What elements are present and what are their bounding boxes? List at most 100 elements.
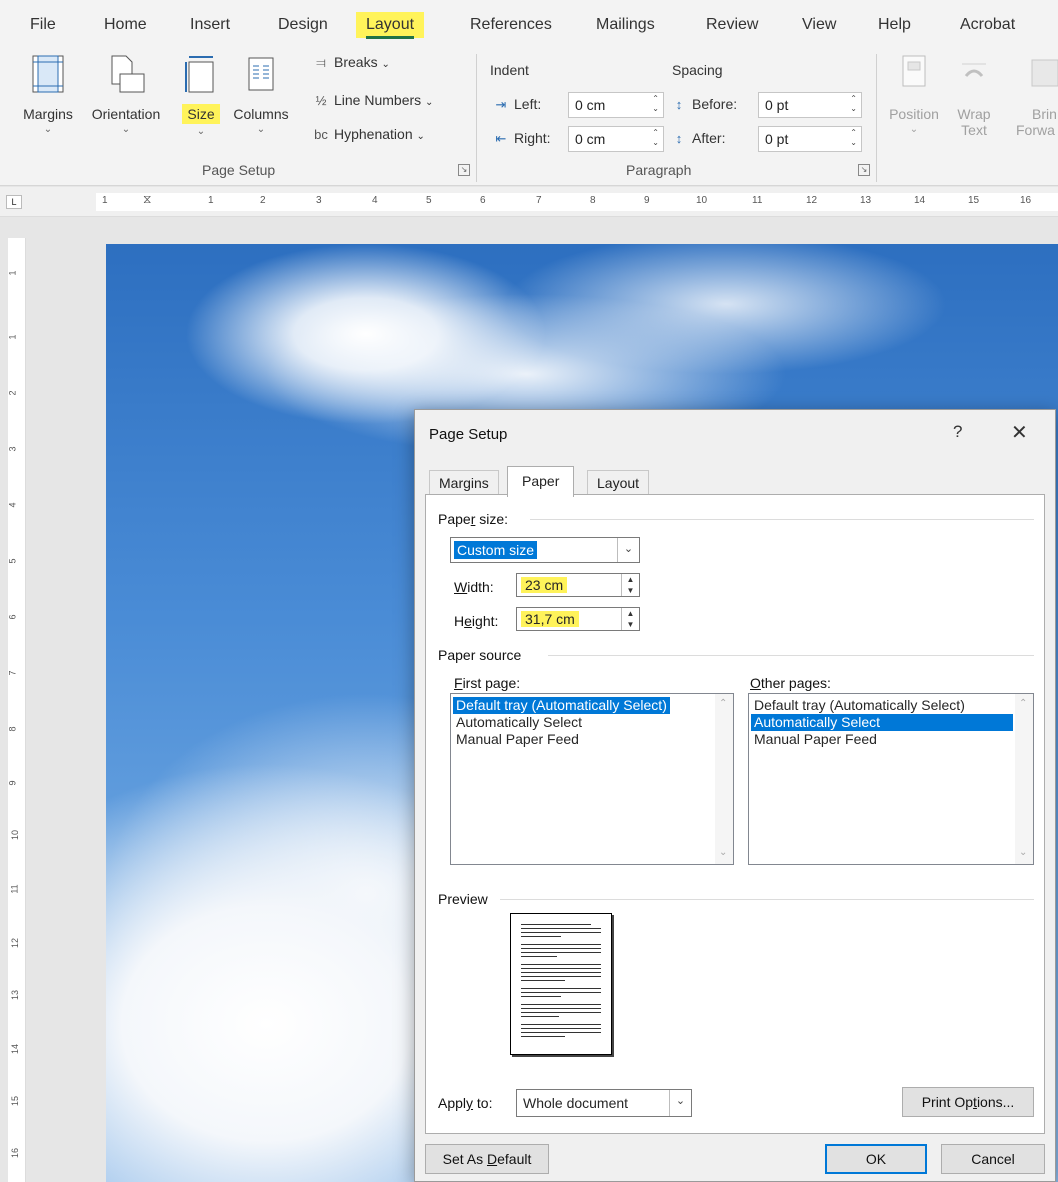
- spinner-icon[interactable]: ⌃ ⌄: [850, 94, 857, 114]
- paragraph-launcher-icon[interactable]: ↘: [858, 164, 870, 176]
- scroll-down-icon[interactable]: ⌄: [719, 847, 727, 858]
- hyphenation-button[interactable]: bc Hyphenation ⌄: [312, 126, 425, 142]
- preview-line: [521, 944, 601, 945]
- dialog-title: Page Setup: [429, 426, 508, 443]
- set-as-default-button[interactable]: Set As Default: [425, 1144, 549, 1174]
- ruler-tick: 13: [860, 195, 872, 206]
- first-page-list[interactable]: Default tray (Automatically Select) Auto…: [450, 693, 734, 865]
- bring-forward-icon: [1031, 59, 1058, 87]
- tab-margins[interactable]: Margins: [429, 470, 499, 496]
- tab-insert[interactable]: Insert: [186, 14, 234, 36]
- scroll-up-icon[interactable]: ⌃: [719, 698, 727, 709]
- spinner-icon[interactable]: ⌃ ⌄: [652, 128, 659, 148]
- line-numbers-button[interactable]: ½ Line Numbers ⌄: [312, 92, 434, 108]
- columns-icon: [248, 57, 274, 91]
- list-item[interactable]: Default tray (Automatically Select): [751, 697, 968, 714]
- spinner-icon[interactable]: ⌃ ⌄: [652, 94, 659, 114]
- width-input[interactable]: 23 cm ▲ ▼: [516, 573, 640, 597]
- spinner-icon[interactable]: ▲ ▼: [621, 608, 639, 630]
- scrollbar[interactable]: ⌃ ⌄: [1015, 694, 1033, 864]
- indent-marker-icon[interactable]: ⧖: [143, 192, 151, 207]
- ribbon: Margins ⌄ Orientation ⌄ Size ⌄ Columns ⌄…: [0, 46, 1058, 186]
- paper-size-select[interactable]: Custom size ⌄: [450, 537, 640, 563]
- help-icon[interactable]: ?: [953, 422, 962, 442]
- preview-line: [521, 1024, 601, 1025]
- list-item[interactable]: Automatically Select: [751, 714, 1013, 731]
- paragraph-group-label: Paragraph: [626, 162, 692, 178]
- ruler-tick: 4: [372, 195, 378, 206]
- ruler-tick: 1: [208, 195, 214, 206]
- print-options-button[interactable]: Print Options...: [902, 1087, 1034, 1117]
- columns-button[interactable]: Columns ⌄: [230, 54, 292, 135]
- tab-view[interactable]: View: [798, 14, 840, 36]
- list-item[interactable]: Manual Paper Feed: [751, 731, 880, 748]
- spacing-before-icon: ↕: [675, 97, 683, 112]
- list-item[interactable]: Automatically Select: [453, 714, 585, 731]
- scrollbar[interactable]: ⌃ ⌄: [715, 694, 733, 864]
- scroll-down-icon[interactable]: ⌄: [1019, 847, 1027, 858]
- preview-line: [521, 964, 601, 965]
- section-divider: [530, 519, 1034, 520]
- ruler-tick: 2: [7, 390, 18, 396]
- line-numbers-icon: ½: [315, 93, 327, 108]
- preview-line: [521, 1016, 559, 1017]
- cancel-button[interactable]: Cancel: [941, 1144, 1045, 1174]
- ruler-tick: 13: [10, 989, 21, 1001]
- tab-layout[interactable]: Layout: [356, 12, 425, 39]
- ruler-tick: 11: [752, 195, 763, 206]
- indent-right-label: ⇤ Right:: [492, 130, 551, 147]
- breaks-button[interactable]: ⫤ Breaks ⌄: [312, 54, 390, 71]
- wrap-text-button[interactable]: Wrap Text: [950, 54, 998, 138]
- tab-design[interactable]: Design: [274, 14, 332, 36]
- spacing-before-input[interactable]: 0 pt ⌃ ⌄: [758, 92, 862, 118]
- paper-size-value: Custom size: [454, 541, 538, 559]
- page-setup-launcher-icon[interactable]: ↘: [458, 164, 470, 176]
- chevron-down-icon[interactable]: ⌄: [669, 1090, 691, 1116]
- orientation-button[interactable]: Orientation ⌄: [84, 54, 168, 135]
- close-icon[interactable]: ✕: [1011, 420, 1028, 445]
- list-item[interactable]: Default tray (Automatically Select): [453, 697, 670, 714]
- tab-selector-icon[interactable]: L: [6, 195, 22, 209]
- tab-mailings[interactable]: Mailings: [592, 14, 659, 36]
- tab-references[interactable]: References: [466, 14, 556, 36]
- preview-line: [521, 932, 601, 933]
- tab-layout-dialog[interactable]: Layout: [587, 470, 650, 496]
- apply-to-select[interactable]: Whole document ⌄: [516, 1089, 692, 1117]
- preview-line: [521, 968, 601, 969]
- tab-file[interactable]: File: [26, 14, 60, 36]
- indent-right-input[interactable]: 0 cm ⌃ ⌄: [568, 126, 664, 152]
- spinner-icon[interactable]: ⌃ ⌄: [850, 128, 857, 148]
- position-button[interactable]: Position ⌄: [884, 54, 944, 135]
- horizontal-ruler[interactable]: L 1 ⧖ 1 2 3 4 5 6 7 8 9 10 11 12 13 14 1…: [0, 187, 1058, 217]
- breaks-icon: ⫤: [316, 55, 326, 70]
- tab-help[interactable]: Help: [874, 14, 915, 36]
- ruler-tick: 1: [7, 270, 18, 276]
- vertical-ruler[interactable]: 1 1 2 3 4 5 6 7 8 9 10 11 12 13 14 15 16: [8, 238, 26, 1182]
- other-pages-list[interactable]: Default tray (Automatically Select) Auto…: [748, 693, 1034, 865]
- ruler-tick: 11: [9, 884, 20, 894]
- tab-paper[interactable]: Paper: [507, 466, 575, 497]
- spacing-after-input[interactable]: 0 pt ⌃ ⌄: [758, 126, 862, 152]
- scroll-up-icon[interactable]: ⌃: [1019, 698, 1027, 709]
- list-item[interactable]: Manual Paper Feed: [453, 731, 582, 748]
- indent-right-icon: ⇤: [495, 131, 507, 146]
- ok-button[interactable]: OK: [825, 1144, 927, 1174]
- orientation-icon: [111, 55, 145, 93]
- chevron-down-icon[interactable]: ⌄: [617, 538, 639, 562]
- chevron-down-icon: ⌄: [425, 97, 434, 108]
- margins-button[interactable]: Margins ⌄: [16, 54, 80, 135]
- spinner-icon[interactable]: ▲ ▼: [621, 574, 639, 596]
- ruler-tick: 12: [10, 937, 21, 949]
- preview-line: [521, 952, 601, 953]
- indent-left-input[interactable]: 0 cm ⌃ ⌄: [568, 92, 664, 118]
- chevron-down-icon: ⌄: [43, 124, 53, 135]
- position-label: Position: [889, 106, 939, 122]
- tab-acrobat[interactable]: Acrobat: [956, 14, 1019, 36]
- tab-review[interactable]: Review: [702, 14, 762, 36]
- spacing-after-icon: ↕: [675, 131, 683, 146]
- ruler-tick: 5: [7, 558, 18, 564]
- size-button[interactable]: Size ⌄: [178, 54, 224, 137]
- height-input[interactable]: 31,7 cm ▲ ▼: [516, 607, 640, 631]
- tab-home[interactable]: Home: [100, 14, 151, 36]
- bring-forward-button[interactable]: Brin Forwa: [1006, 54, 1058, 138]
